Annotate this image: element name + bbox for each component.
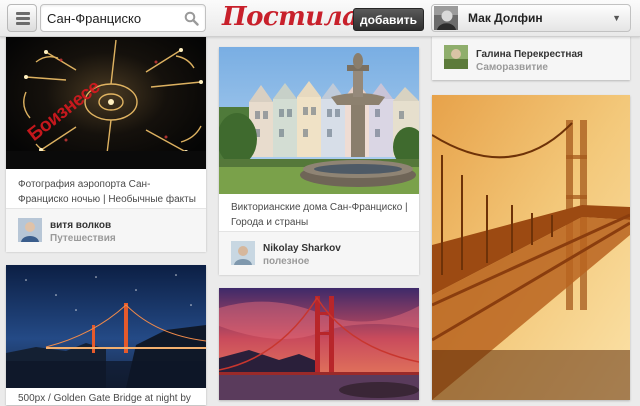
golden-gate-sunset-photo xyxy=(219,288,419,400)
top-bar: Постила добавить Мак Долфин ▼ xyxy=(0,0,640,37)
chevron-down-icon[interactable]: ▼ xyxy=(612,13,621,23)
menu-button[interactable] xyxy=(7,4,37,32)
user-menu[interactable]: Мак Долфин ▼ xyxy=(431,4,631,32)
search-box[interactable] xyxy=(40,4,206,32)
author-avatar xyxy=(18,218,42,242)
pin-description: Викторианские дома Сан-Франциско | Город… xyxy=(231,202,408,228)
pin-board[interactable]: полезное xyxy=(263,256,309,267)
pin-author[interactable]: Nikolay Sharkov xyxy=(263,243,341,254)
pin-attribution[interactable]: витя волков Путешествия xyxy=(6,208,206,252)
search-input[interactable] xyxy=(41,5,187,31)
golden-gate-fog-photo xyxy=(432,95,630,400)
pin-image[interactable] xyxy=(432,95,630,400)
pin-card[interactable]: Викторианские дома Сан-Франциско | Город… xyxy=(219,47,419,275)
author-avatar xyxy=(231,241,255,265)
pin-description: 500px / Golden Gate Bridge at night by xyxy=(18,393,191,404)
pin-image[interactable] xyxy=(219,47,419,194)
user-avatar xyxy=(434,6,458,30)
user-name: Мак Долфин xyxy=(468,11,543,25)
pin-attribution[interactable]: Nikolay Sharkov полезное xyxy=(219,231,419,275)
site-logo[interactable]: Постила xyxy=(222,1,359,33)
pin-author[interactable]: Галина Перекрестная xyxy=(476,49,583,60)
pin-card[interactable] xyxy=(219,288,419,400)
pin-image[interactable] xyxy=(219,288,419,400)
airport-night-photo xyxy=(6,32,206,169)
author-avatar xyxy=(444,45,468,69)
pin-attribution[interactable]: Галина Перекрестная Саморазвитие xyxy=(432,32,630,80)
pin-image[interactable] xyxy=(6,265,206,388)
pin-description: Фотография аэропорта Сан-Франциско ночью… xyxy=(18,179,196,205)
search-icon[interactable] xyxy=(184,11,199,26)
pin-board[interactable]: Саморазвитие xyxy=(476,62,548,73)
golden-gate-night-photo xyxy=(6,265,206,388)
pin-card[interactable] xyxy=(432,95,630,400)
pin-board[interactable]: Путешествия xyxy=(50,233,116,244)
pin-card[interactable]: Галина Перекрестная Саморазвитие xyxy=(432,32,630,80)
victorian-houses-photo xyxy=(219,47,419,194)
add-button[interactable]: добавить xyxy=(353,8,425,31)
pin-card[interactable]: 500px / Golden Gate Bridge at night by xyxy=(6,265,206,405)
pin-card[interactable]: Боизнесе Фотография аэропорта Сан-Франци… xyxy=(6,32,206,252)
pin-author[interactable]: витя волков xyxy=(50,220,111,231)
pin-image[interactable]: Боизнесе xyxy=(6,32,206,169)
